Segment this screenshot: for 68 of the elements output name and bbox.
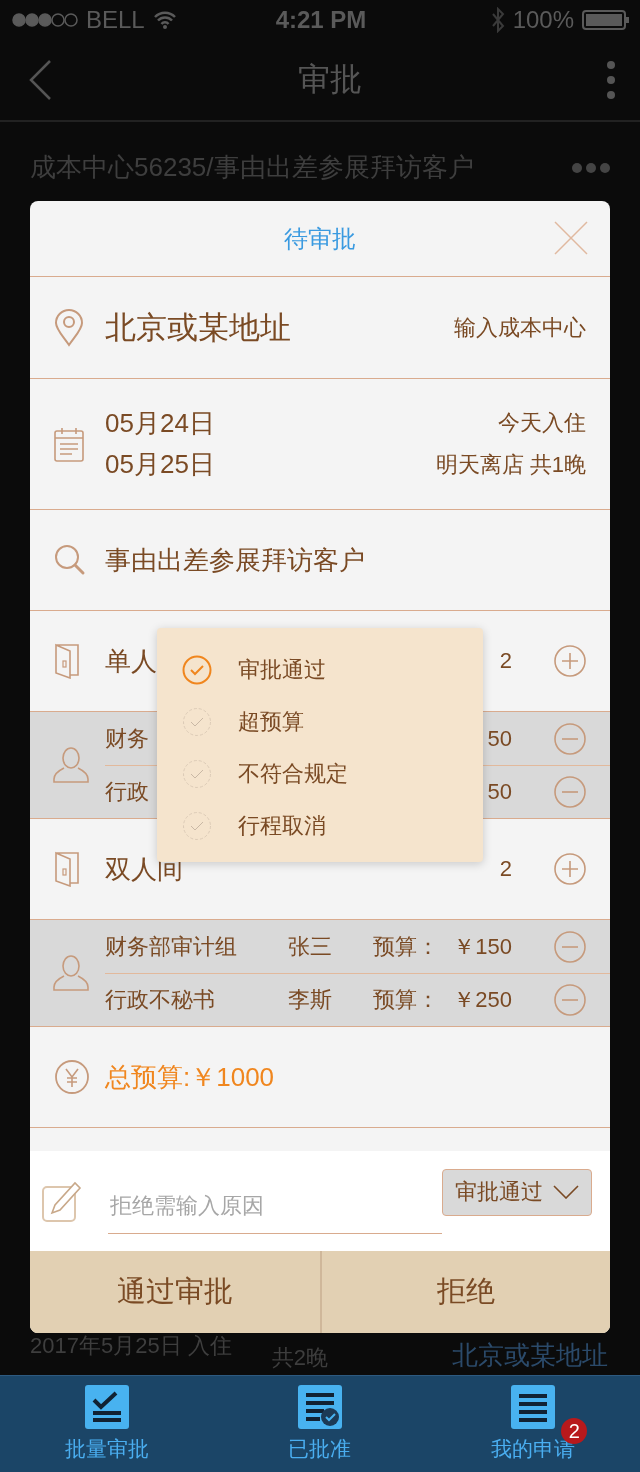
budget-amount: 50 bbox=[487, 779, 512, 805]
hotel-address: 北京或某地址 bbox=[105, 308, 292, 347]
door-icon bbox=[54, 643, 82, 679]
battery-percent: 100% bbox=[512, 6, 574, 34]
check-out-note: 明天离店 共1晚 bbox=[435, 451, 586, 479]
popup-option[interactable]: 行程取消 bbox=[157, 800, 483, 852]
remove-button[interactable] bbox=[554, 984, 586, 1016]
department: 财务 bbox=[105, 725, 149, 751]
location-pin-icon bbox=[54, 308, 84, 347]
trip-reason: 事由出差参展拜访客户 bbox=[105, 543, 365, 577]
budget-label: 预算： bbox=[373, 933, 439, 959]
check-in-date: 05月24日 bbox=[105, 407, 216, 440]
department: 行政不秘书 bbox=[105, 987, 215, 1012]
wifi-icon bbox=[152, 11, 177, 29]
person-icon bbox=[52, 954, 90, 992]
status-time: 4:21 PM bbox=[275, 6, 367, 34]
room-count: 2 bbox=[499, 856, 512, 882]
check-in-note: 今天入住 bbox=[498, 409, 586, 437]
popup-option[interactable]: 审批通过 bbox=[157, 644, 483, 696]
remove-button[interactable] bbox=[554, 722, 586, 755]
search-icon bbox=[54, 544, 86, 576]
door-icon bbox=[54, 851, 82, 887]
signal-icon bbox=[12, 12, 78, 28]
bluetooth-icon bbox=[490, 7, 505, 33]
reject-button[interactable]: 拒绝 bbox=[320, 1251, 610, 1333]
caret-icon bbox=[553, 1185, 579, 1199]
more-icon[interactable] bbox=[606, 60, 616, 100]
tab-label[interactable]: 已批准 bbox=[288, 1435, 352, 1463]
carrier-name: BELL bbox=[86, 6, 145, 34]
calendar-icon bbox=[54, 426, 84, 462]
reason-input[interactable]: 拒绝需输入原因 bbox=[108, 1192, 442, 1220]
status-dropdown[interactable]: 审批通过 bbox=[442, 1168, 592, 1216]
remove-button[interactable] bbox=[554, 930, 586, 963]
budget-amount: ￥150 bbox=[453, 932, 512, 961]
add-button[interactable] bbox=[554, 853, 586, 885]
list-icon bbox=[511, 1385, 556, 1429]
add-button[interactable] bbox=[554, 645, 586, 677]
tab-label[interactable]: 批量审批 bbox=[64, 1435, 149, 1463]
dialog-title: 待审批 bbox=[284, 223, 356, 254]
option-label: 超预算 bbox=[238, 708, 304, 736]
option-label: 审批通过 bbox=[238, 656, 326, 684]
nav-title: 审批 bbox=[298, 60, 362, 99]
budget-amount: ￥250 bbox=[453, 986, 512, 1014]
total-budget: 总预算:￥1000 bbox=[105, 1060, 275, 1094]
budget-amount: 50 bbox=[487, 725, 512, 752]
guest-name: 李斯 bbox=[288, 987, 332, 1012]
option-label: 行程取消 bbox=[238, 812, 326, 840]
checklist-icon bbox=[84, 1385, 129, 1429]
yen-icon bbox=[54, 1059, 90, 1095]
check-out-date: 05月25日 bbox=[105, 448, 216, 481]
budget-label: 预算： bbox=[373, 987, 439, 1012]
popup-option[interactable]: 超预算 bbox=[157, 696, 483, 748]
remove-button[interactable] bbox=[554, 776, 586, 808]
department: 财务部审计组 bbox=[105, 933, 237, 959]
list-item-address: 北京或某地址 bbox=[452, 1339, 608, 1372]
battery-icon bbox=[582, 10, 630, 30]
person-icon bbox=[52, 746, 90, 784]
department: 行政 bbox=[105, 779, 149, 804]
edit-icon bbox=[42, 1179, 82, 1223]
option-label: 不符合规定 bbox=[238, 760, 348, 788]
approved-list-icon bbox=[298, 1385, 342, 1429]
popup-option[interactable]: 不符合规定 bbox=[157, 748, 483, 800]
room-count: 2 bbox=[499, 648, 512, 674]
room-type: 单人 bbox=[105, 644, 157, 678]
more-icon[interactable] bbox=[572, 162, 610, 173]
cost-center-link[interactable]: 输入成本中心 bbox=[454, 312, 586, 343]
back-icon[interactable] bbox=[28, 59, 54, 101]
guest-name: 张三 bbox=[288, 933, 332, 959]
